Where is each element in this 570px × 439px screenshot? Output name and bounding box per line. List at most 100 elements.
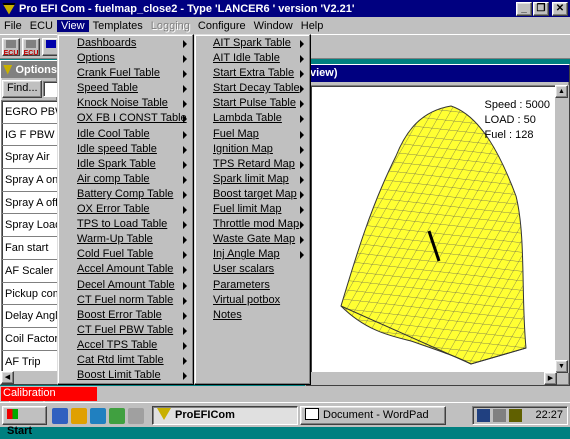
view-menu-item[interactable]: Options: [58, 51, 193, 66]
submenu-item[interactable]: Virtual potbox: [195, 293, 310, 308]
list-item[interactable]: Delay Angle: [2, 305, 58, 328]
submenu-item[interactable]: Fuel Map: [195, 127, 310, 142]
view-menu-item[interactable]: Boost Limit Table: [58, 368, 193, 383]
list-item[interactable]: IG F PBW O: [2, 124, 58, 147]
list-item[interactable]: Spray Load: [2, 214, 58, 238]
options-window-titlebar[interactable]: Options: [1, 61, 57, 78]
submenu-item[interactable]: Notes: [195, 308, 310, 323]
ecu-write-button[interactable]: ECU: [22, 38, 40, 57]
view-menu-item[interactable]: Dashboards: [58, 36, 193, 51]
submenu-item[interactable]: Boost target Map: [195, 187, 310, 202]
view-menu-item[interactable]: CT Fuel norm Table: [58, 293, 193, 308]
menu-templates[interactable]: Templates: [89, 20, 147, 32]
list-item[interactable]: Fan start: [2, 237, 58, 260]
submenu-item[interactable]: Parameters: [195, 278, 310, 293]
list-item[interactable]: Spray Air: [2, 146, 58, 170]
submenu-item[interactable]: Start Decay Table: [195, 81, 310, 96]
close-button[interactable]: ✕: [552, 1, 568, 16]
scroll-right-icon[interactable]: ▶: [544, 372, 557, 385]
desktop-icon[interactable]: [52, 408, 68, 424]
list-item[interactable]: Pickup comp: [2, 283, 58, 306]
view-menu-item[interactable]: OX FB I CONST Table: [58, 111, 193, 126]
monitor-icon[interactable]: [493, 409, 506, 422]
submenu-item[interactable]: Start Pulse Table: [195, 96, 310, 111]
menu-configure[interactable]: Configure: [194, 20, 250, 32]
horizontal-scrollbar[interactable]: ◀: [1, 371, 59, 384]
view-menu-item[interactable]: Crank Fuel Table: [58, 66, 193, 81]
view-menu-item[interactable]: Cat Rtd limt Table: [58, 353, 193, 368]
menu-help[interactable]: Help: [297, 20, 328, 32]
network-icon[interactable]: [477, 409, 490, 422]
explorer-icon[interactable]: [71, 408, 87, 424]
minimize-button[interactable]: _: [516, 1, 532, 16]
view-menu-item[interactable]: Idle Cool Table: [58, 127, 193, 142]
list-item[interactable]: Coil Factor: [2, 328, 58, 351]
horizontal-scrollbar[interactable]: ▶: [310, 372, 557, 385]
app-icon[interactable]: [2, 2, 16, 15]
title-bar: Pro EFI Com - fuelmap_close2 - Type 'LAN…: [0, 0, 570, 17]
submenu-item[interactable]: TPS Retard Map: [195, 157, 310, 172]
volume-icon[interactable]: [509, 409, 522, 422]
submenu-item[interactable]: AIT Idle Table: [195, 51, 310, 66]
find-button[interactable]: Find...: [2, 80, 42, 98]
taskbar-wordpad[interactable]: Document - WordPad: [300, 406, 446, 425]
system-tray: 22:27: [472, 406, 568, 425]
submenu-item[interactable]: Inj Angle Map: [195, 247, 310, 262]
submenu-item[interactable]: Waste Gate Map: [195, 232, 310, 247]
status-bar: Calibration changed: [0, 386, 570, 412]
view-menu-item[interactable]: Accel TPS Table: [58, 338, 193, 353]
view-menu-item[interactable]: Air comp Table: [58, 172, 193, 187]
list-item[interactable]: EGRO PBW: [2, 101, 58, 124]
view-menu-item[interactable]: Knock Noise Table: [58, 96, 193, 111]
submenu-item[interactable]: Lambda Table: [195, 111, 310, 126]
restore-button[interactable]: ❐: [533, 1, 549, 16]
submenu-item-label: Inj Angle Map: [213, 248, 280, 261]
view-menu-item[interactable]: Accel Amount Table: [58, 262, 193, 277]
list-item[interactable]: AF Scaler: [2, 260, 58, 283]
list-item[interactable]: Spray A off: [2, 192, 58, 215]
submenu-item[interactable]: AIT Spark Table: [195, 36, 310, 51]
submenu-item[interactable]: Spark limit Map: [195, 172, 310, 187]
list-item[interactable]: AF Trip: [2, 351, 58, 373]
submenu-arrow-icon: [183, 311, 187, 320]
ecu-read-button[interactable]: ECU: [2, 38, 20, 57]
view-menu-item[interactable]: CT Fuel PBW Table: [58, 323, 193, 338]
taskbar-proeficom[interactable]: ProEFICom: [152, 406, 298, 425]
list-item[interactable]: Spray A on: [2, 169, 58, 192]
channels-icon[interactable]: [109, 408, 125, 424]
view-menu-item[interactable]: Decel Amount Table: [58, 278, 193, 293]
view-menu-item[interactable]: Cold Fuel Table: [58, 247, 193, 262]
submenu-arrow-icon: [300, 160, 304, 169]
menu-ecu[interactable]: ECU: [26, 20, 57, 32]
options-window: Options Find... EGRO PBW IG F PBW O Spra…: [0, 60, 59, 385]
menu-window[interactable]: Window: [250, 20, 297, 32]
vertical-scrollbar[interactable]: ▲ ▼: [555, 85, 569, 373]
view-menu-item[interactable]: Idle speed Table: [58, 142, 193, 157]
view-menu-item[interactable]: Speed Table: [58, 81, 193, 96]
menu-logging[interactable]: Logging: [147, 20, 194, 32]
submenu-item[interactable]: Start Extra Table: [195, 66, 310, 81]
view-menu-item[interactable]: Warm-Up Table: [58, 232, 193, 247]
options-list: EGRO PBW IG F PBW O Spray Air Spray A on…: [1, 100, 59, 374]
view-menu-item[interactable]: TPS to Load Table: [58, 217, 193, 232]
view-menu-item-label: Dashboards: [77, 37, 137, 49]
map-window-titlebar[interactable]: view): [306, 65, 569, 82]
menu-view[interactable]: View: [56, 19, 89, 32]
fuel-map-3d-view[interactable]: Speed : 5000 LOAD : 50 Fuel : 128: [310, 85, 557, 373]
view-menu-item[interactable]: OX Error Table: [58, 202, 193, 217]
menu-file[interactable]: File: [0, 20, 26, 32]
submenu-item[interactable]: User scalars: [195, 262, 310, 277]
submenu-item[interactable]: Fuel limit Map: [195, 202, 310, 217]
scroll-up-icon[interactable]: ▲: [555, 85, 568, 98]
view-menu-item[interactable]: Battery Comp Table: [58, 187, 193, 202]
submenu-arrow-icon: [183, 160, 187, 169]
start-button[interactable]: Start: [2, 406, 47, 437]
submenu-item[interactable]: Throttle mod Map: [195, 217, 310, 232]
submenu-item[interactable]: Ignition Map: [195, 142, 310, 157]
browser-icon[interactable]: [90, 408, 106, 424]
speed-readout: Speed : 5000: [484, 99, 550, 111]
scroll-left-icon[interactable]: ◀: [1, 371, 14, 384]
view-menu-item[interactable]: Idle Spark Table: [58, 157, 193, 172]
quicklaunch-icon[interactable]: [128, 408, 144, 424]
view-menu-item[interactable]: Boost Error Table: [58, 308, 193, 323]
